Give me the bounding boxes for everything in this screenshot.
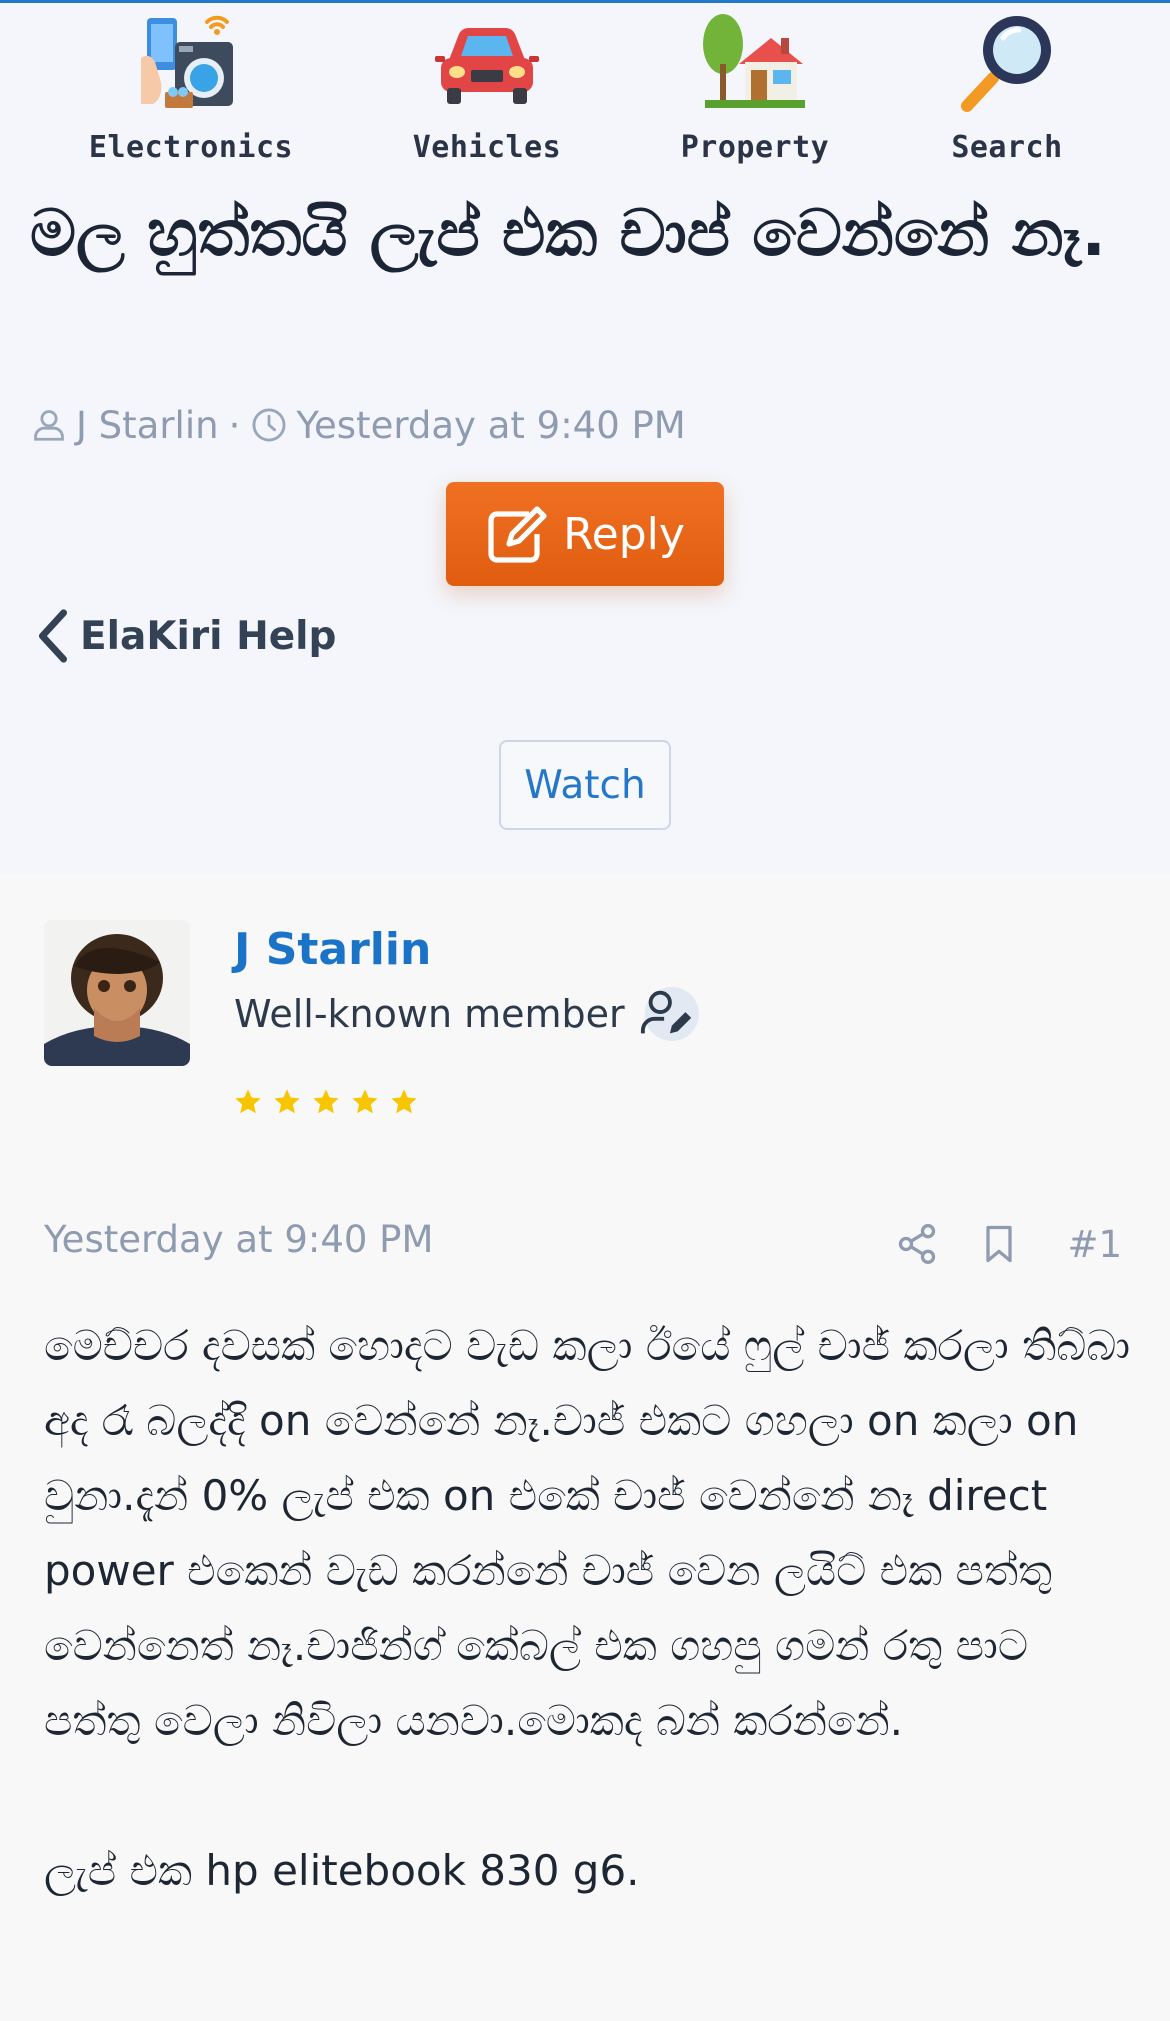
edit-icon bbox=[488, 506, 547, 563]
category-label: Property bbox=[680, 130, 830, 165]
category-label: Electronics bbox=[88, 130, 294, 165]
thread-time[interactable]: Yesterday at 9:40 PM bbox=[296, 404, 685, 447]
breadcrumb[interactable]: ElaKiri Help bbox=[34, 604, 336, 668]
post-body: මෙච්චර දවසක් හොදට වැඩ කලා ඊයේ ෆුල් චාජ් … bbox=[44, 1308, 1134, 1908]
category-label: Search bbox=[951, 130, 1063, 165]
house-icon bbox=[703, 14, 805, 108]
star-icon bbox=[352, 1089, 378, 1114]
rating-stars bbox=[234, 1088, 429, 1116]
user-edit-icon bbox=[640, 986, 699, 1042]
bookmark-icon[interactable] bbox=[977, 1222, 1021, 1266]
star-icon bbox=[235, 1089, 261, 1114]
user-title: Well-known member bbox=[234, 984, 699, 1044]
category-search[interactable]: Search bbox=[892, 8, 1122, 165]
magnifier-icon bbox=[961, 16, 1051, 112]
chevron-left-icon bbox=[38, 609, 67, 663]
avatar-image bbox=[44, 920, 190, 1066]
post-number[interactable]: #1 bbox=[1067, 1223, 1122, 1266]
post-paragraph: මෙච්චර දවසක් හොදට වැඩ කලා ඊයේ ෆුල් චාජ් … bbox=[44, 1321, 1131, 1745]
user-icon bbox=[34, 410, 64, 441]
post-paragraph: ලැප් එක hp elitebook 830 g6. bbox=[44, 1846, 640, 1895]
star-icon bbox=[313, 1089, 339, 1114]
car-icon bbox=[435, 28, 539, 104]
category-label: Vehicles bbox=[412, 130, 562, 165]
star-icon bbox=[274, 1089, 300, 1114]
reply-button[interactable]: Reply bbox=[446, 482, 724, 586]
category-vehicles[interactable]: Vehicles bbox=[372, 8, 602, 165]
reply-label: Reply bbox=[563, 508, 685, 560]
top-accent-line bbox=[0, 0, 1170, 3]
category-property[interactable]: Property bbox=[640, 8, 870, 165]
user-role: Well-known member bbox=[234, 992, 625, 1036]
post-actions: #1 bbox=[895, 1214, 1122, 1274]
category-nav: Electronics Vehicles Property Search bbox=[0, 8, 1170, 168]
thread-author[interactable]: J Starlin bbox=[76, 404, 219, 447]
breadcrumb-label: ElaKiri Help bbox=[80, 613, 337, 659]
clock-icon bbox=[252, 408, 286, 442]
post-date[interactable]: Yesterday at 9:40 PM bbox=[44, 1218, 433, 1261]
avatar[interactable] bbox=[44, 920, 190, 1066]
watch-button[interactable]: Watch bbox=[499, 740, 671, 830]
category-electronics[interactable]: Electronics bbox=[76, 8, 306, 165]
electronics-icon bbox=[141, 15, 233, 108]
post: J Starlin Well-known member Yesterday at… bbox=[0, 874, 1170, 2021]
star-icon bbox=[391, 1089, 417, 1114]
share-icon[interactable] bbox=[895, 1222, 939, 1266]
thread-meta: J Starlin · Yesterday at 9:40 PM bbox=[30, 400, 686, 450]
post-author[interactable]: J Starlin bbox=[234, 924, 431, 975]
meta-separator: · bbox=[228, 403, 241, 447]
thread-title: මල හුත්තයි ලැප් එක චාප් වෙන්නේ නෑ. bbox=[30, 197, 1106, 271]
